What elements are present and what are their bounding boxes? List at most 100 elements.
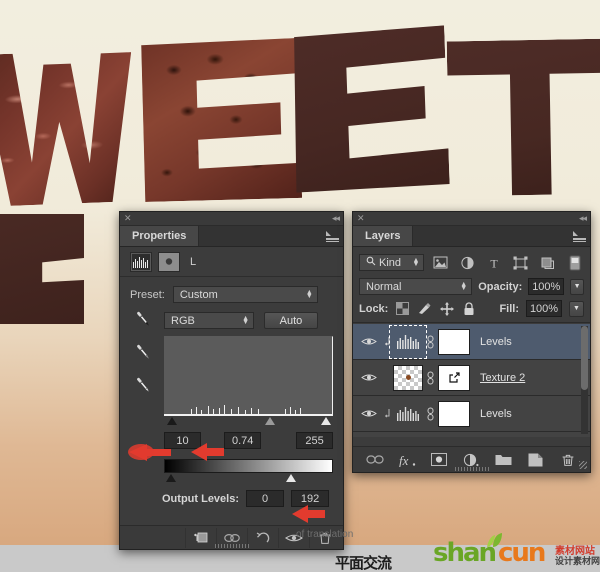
filter-shape-icon[interactable] <box>510 253 532 272</box>
shadow-input-field[interactable]: 10 <box>164 432 201 449</box>
highlight-input-field[interactable]: 255 <box>296 432 333 449</box>
layer-mask-thumbnail[interactable] <box>438 364 470 391</box>
layer-visibility-toggle[interactable] <box>357 336 381 347</box>
scrollbar-thumb[interactable] <box>581 326 588 390</box>
filter-smartobject-icon[interactable] <box>536 253 558 272</box>
output-levels-slider[interactable] <box>164 473 333 484</box>
panel-resize-grip[interactable] <box>214 544 249 548</box>
highlight-input-slider-handle[interactable] <box>321 417 332 425</box>
opacity-value: 100% <box>532 280 561 293</box>
fill-stepper-button[interactable]: ▼ <box>569 300 584 317</box>
layers-panel[interactable]: ✕ ◂◂ Layers Kind ▲ ▼ T Normal ▲ ▼ Opacit… <box>352 211 591 473</box>
layers-panel-topbar: ✕ ◂◂ <box>353 212 590 226</box>
layer-mask-thumbnail[interactable] <box>438 400 470 427</box>
midtone-input-slider-handle[interactable] <box>265 417 276 425</box>
layer-thumbnail-pixel[interactable] <box>393 436 423 437</box>
layer-visibility-toggle[interactable] <box>357 372 381 383</box>
input-levels-slider[interactable] <box>164 416 333 427</box>
new-group-icon[interactable] <box>493 450 515 470</box>
layer-visibility-toggle[interactable] <box>357 408 381 419</box>
midtone-input-field[interactable]: 0.74 <box>224 432 262 449</box>
new-layer-icon[interactable] <box>525 450 547 470</box>
layer-thumbnail-pixel[interactable] <box>393 364 423 391</box>
layer-name[interactable]: Levels <box>480 408 512 420</box>
set-black-point-eyedropper[interactable] <box>132 308 154 330</box>
layer-mask-link-icon[interactable] <box>423 407 438 421</box>
artwork-letter-fragment <box>0 214 84 324</box>
panel-resize-handle[interactable] <box>579 461 587 469</box>
layer-filter-kind-select[interactable]: Kind ▲ ▼ <box>359 254 425 271</box>
tab-properties[interactable]: Properties <box>120 226 200 246</box>
preset-select[interactable]: Custom ▲ ▼ <box>172 286 318 303</box>
output-black-slider-handle[interactable] <box>165 474 176 482</box>
layer-style-fx-icon[interactable]: fx <box>396 450 418 470</box>
panel-menu-icon[interactable] <box>326 231 339 242</box>
highlight-input-value: 255 <box>305 434 324 447</box>
set-gray-point-eyedropper[interactable] <box>132 341 154 363</box>
lock-image-pixels-icon[interactable] <box>417 301 432 316</box>
mask-icon[interactable] <box>158 251 180 272</box>
layer-name[interactable]: Levels <box>480 336 512 348</box>
fill-field[interactable]: 100% <box>526 300 562 317</box>
fill-label: Fill: <box>499 302 519 315</box>
layer-mask-thumbnail[interactable] <box>438 328 470 355</box>
channel-select[interactable]: RGB ▲ ▼ <box>164 312 254 329</box>
auto-button[interactable]: Auto <box>264 312 318 329</box>
lock-all-icon[interactable] <box>461 301 476 316</box>
lock-label: Lock: <box>359 302 389 315</box>
table-row[interactable]: Texture 1 <box>353 432 590 437</box>
collapse-double-arrow-icon[interactable]: ◂◂ <box>579 214 587 223</box>
panel-resize-grip[interactable] <box>454 467 489 471</box>
layer-mask-thumbnail[interactable] <box>438 436 470 437</box>
output-white-field[interactable]: 192 <box>291 490 330 507</box>
layer-mask-link-icon[interactable] <box>423 371 438 385</box>
table-row[interactable]: Levels <box>353 324 590 360</box>
output-white-value: 192 <box>300 492 320 505</box>
tabstrip-filler <box>413 226 590 246</box>
tab-layers[interactable]: Layers <box>353 226 414 246</box>
lock-transparent-pixels-icon[interactable] <box>395 301 410 316</box>
layer-list[interactable]: Levels Texture 2 Levels <box>353 324 590 437</box>
filter-toggle-icon[interactable] <box>564 253 586 272</box>
opacity-label: Opacity: <box>478 280 523 293</box>
layer-thumbnail-adjustment[interactable] <box>389 324 427 359</box>
layer-list-scrollbar[interactable] <box>581 326 588 434</box>
close-icon[interactable]: ✕ <box>124 214 132 223</box>
set-white-point-eyedropper[interactable] <box>132 374 154 396</box>
svg-text:fx: fx <box>399 453 409 467</box>
layer-name[interactable]: Texture 2 <box>480 372 525 384</box>
opacity-field[interactable]: 100% <box>528 278 565 295</box>
filter-adjustment-icon[interactable] <box>456 253 478 272</box>
reset-adjustment-icon[interactable] <box>247 527 277 548</box>
output-black-field[interactable]: 0 <box>246 490 285 507</box>
filter-pixel-icon[interactable] <box>429 253 451 272</box>
histogram-area[interactable] <box>164 336 333 427</box>
table-row[interactable]: Texture 2 <box>353 360 590 396</box>
histogram-icon[interactable] <box>130 251 152 272</box>
link-layers-icon[interactable] <box>364 450 386 470</box>
clip-to-layer-icon[interactable] <box>185 527 215 548</box>
blend-mode-select[interactable]: Normal ▲ ▼ <box>359 278 473 295</box>
delete-layer-icon[interactable] <box>557 450 579 470</box>
properties-panel[interactable]: ✕ ◂◂ Properties L Preset: Custom ▲ ▼ RGB… <box>119 211 344 550</box>
artwork-letter-w <box>0 49 137 207</box>
chevron-down-icon: ▼ <box>573 283 581 290</box>
preset-label: Preset: <box>130 288 165 301</box>
properties-tabstrip: Properties <box>120 226 343 247</box>
opacity-stepper-button[interactable]: ▼ <box>570 278 584 295</box>
close-icon[interactable]: ✕ <box>357 214 365 223</box>
lock-position-icon[interactable] <box>439 301 454 316</box>
output-white-slider-handle[interactable] <box>285 474 296 482</box>
shadow-input-slider-handle[interactable] <box>167 417 178 425</box>
collapse-double-arrow-icon[interactable]: ◂◂ <box>332 214 340 223</box>
output-black-value: 0 <box>261 492 269 505</box>
layer-thumbnail-adjustment[interactable] <box>393 401 423 427</box>
fill-value: 100% <box>529 302 559 315</box>
preset-value: Custom <box>179 288 218 301</box>
table-row[interactable]: Levels <box>353 396 590 432</box>
filter-type-icon[interactable]: T <box>483 253 505 272</box>
output-levels-row: Output Levels: 0 192 <box>120 484 343 507</box>
add-layer-mask-icon[interactable] <box>428 450 450 470</box>
panel-menu-icon[interactable] <box>573 231 586 242</box>
output-gradient-area[interactable] <box>164 459 333 484</box>
